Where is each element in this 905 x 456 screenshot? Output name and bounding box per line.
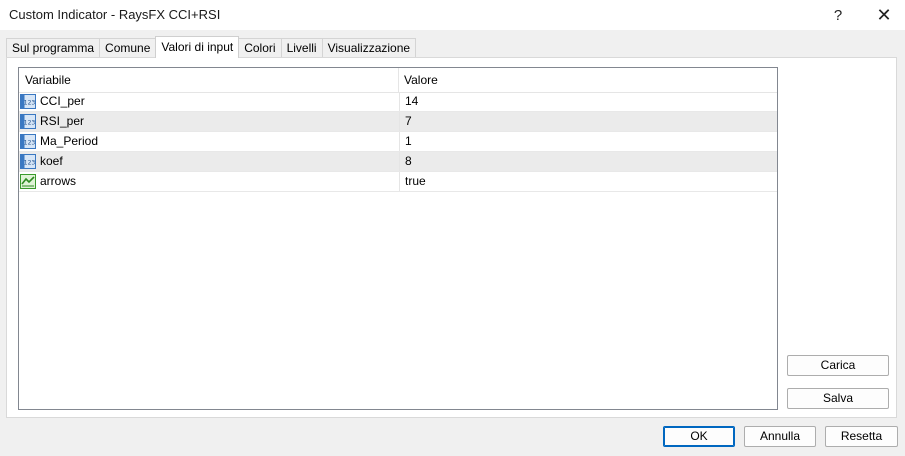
column-header-variable[interactable]: Variabile xyxy=(19,68,399,92)
variable-name: arrows xyxy=(40,174,77,188)
value-cell[interactable]: 8 xyxy=(399,152,777,171)
svg-text:123: 123 xyxy=(24,120,36,127)
tab-common[interactable]: Comune xyxy=(99,38,157,58)
cancel-button[interactable]: Annulla xyxy=(744,426,816,447)
table-row[interactable]: 123 CCI_per 14 xyxy=(19,92,777,112)
integer-param-icon: 123 xyxy=(20,94,36,109)
title-bar: Custom Indicator - RaysFX CCI+RSI ? ✕ xyxy=(0,0,905,30)
table-row[interactable]: arrows true xyxy=(19,172,777,192)
variable-name: Ma_Period xyxy=(40,134,99,148)
variable-cell: 123 koef xyxy=(19,152,399,171)
tab-levels[interactable]: Livelli xyxy=(280,38,323,58)
tab-colors[interactable]: Colori xyxy=(238,38,282,58)
variable-name: CCI_per xyxy=(40,94,85,108)
value-cell[interactable]: 7 xyxy=(399,112,777,131)
tab-visualization[interactable]: Visualizzazione xyxy=(321,38,417,58)
variable-cell: arrows xyxy=(19,172,399,191)
integer-param-icon: 123 xyxy=(20,114,36,129)
column-header-value[interactable]: Valore xyxy=(399,68,777,92)
variable-cell: 123 RSI_per xyxy=(19,112,399,131)
svg-text:123: 123 xyxy=(24,160,36,167)
tab-about[interactable]: Sul programma xyxy=(6,38,101,58)
variable-cell: 123 CCI_per xyxy=(19,92,399,111)
integer-param-icon: 123 xyxy=(20,154,36,169)
value-cell[interactable]: 1 xyxy=(399,132,777,151)
variable-name: koef xyxy=(40,154,63,168)
window-title: Custom Indicator - RaysFX CCI+RSI xyxy=(9,7,221,22)
table-row[interactable]: 123 RSI_per 7 xyxy=(19,112,777,132)
boolean-param-icon xyxy=(20,174,36,189)
integer-param-icon: 123 xyxy=(20,134,36,149)
value-cell[interactable]: 14 xyxy=(399,92,777,111)
ok-button[interactable]: OK xyxy=(663,426,735,447)
variable-name: RSI_per xyxy=(40,114,85,128)
help-button[interactable]: ? xyxy=(818,0,858,30)
table-row[interactable]: 123 koef 8 xyxy=(19,152,777,172)
variable-cell: 123 Ma_Period xyxy=(19,132,399,151)
save-button[interactable]: Salva xyxy=(787,388,889,409)
reset-button[interactable]: Resetta xyxy=(825,426,898,447)
value-cell[interactable]: true xyxy=(399,172,777,191)
svg-text:123: 123 xyxy=(24,140,36,147)
inputs-grid: Variabile Valore 123 CCI_per 14 123 RSI_… xyxy=(18,67,778,410)
load-button[interactable]: Carica xyxy=(787,355,889,376)
tab-inputs[interactable]: Valori di input xyxy=(155,36,240,58)
tab-bar: Sul programma Comune Valori di input Col… xyxy=(6,36,417,58)
grid-header: Variabile Valore xyxy=(19,68,777,93)
svg-text:123: 123 xyxy=(24,100,36,107)
close-button[interactable]: ✕ xyxy=(864,0,904,30)
table-row[interactable]: 123 Ma_Period 1 xyxy=(19,132,777,152)
